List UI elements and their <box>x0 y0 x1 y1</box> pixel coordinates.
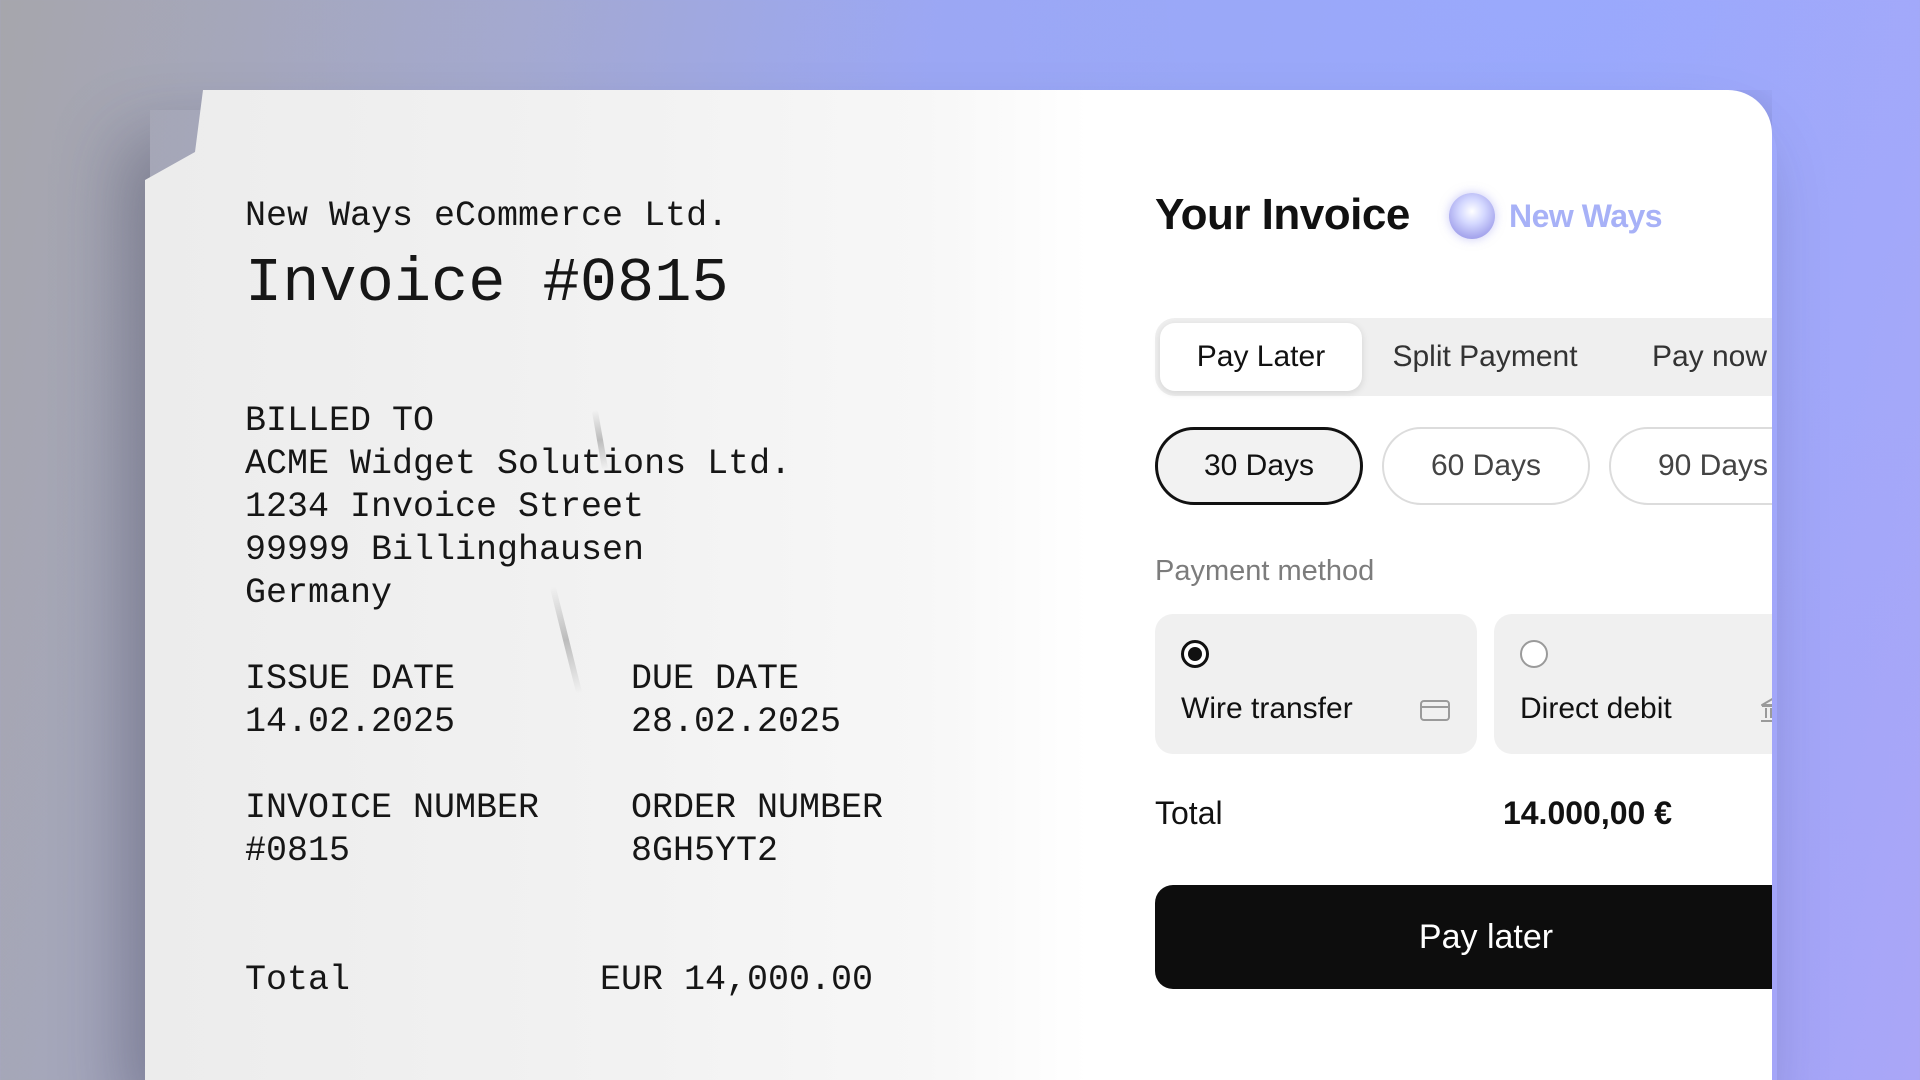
billed-to-block: BILLED TO ACME Widget Solutions Ltd. 123… <box>245 400 791 615</box>
term-label: 30 Days <box>1203 449 1315 482</box>
payment-type-tabs: Pay Later Split Payment Pay now <box>1155 318 1772 396</box>
billed-to-name: ACME Widget Solutions Ltd. <box>245 444 792 484</box>
invoice-number-label: INVOICE NUMBER <box>245 788 540 828</box>
gradient-orb-icon <box>1449 193 1495 239</box>
billed-to-label: BILLED TO <box>245 401 435 441</box>
receipt-total-label: Total <box>245 960 351 1000</box>
due-date-block: DUE DATE 28.02.2025 <box>631 658 841 744</box>
order-number-value: 8GH5YT2 <box>631 831 779 871</box>
issue-date-label: ISSUE DATE <box>245 659 456 699</box>
method-wire-transfer[interactable]: Wire transfer <box>1155 614 1477 754</box>
term-label: 60 Days <box>1430 449 1542 482</box>
billed-to-country: Germany <box>245 573 393 613</box>
invoice-number-value: #0815 <box>245 831 351 871</box>
pay-later-button-label: Pay later <box>1418 917 1554 956</box>
order-number-label: ORDER NUMBER <box>631 788 884 828</box>
order-number-block: ORDER NUMBER 8GH5YT2 <box>631 787 883 873</box>
method-direct-debit[interactable]: Direct debit <box>1494 614 1772 754</box>
tab-label: Pay Later <box>1196 340 1326 373</box>
tab-pay-now[interactable]: Pay now <box>1607 323 1772 391</box>
pay-later-button[interactable]: Pay later <box>1155 885 1772 989</box>
radio-unselected[interactable] <box>1520 640 1548 668</box>
brand: New Ways <box>1449 193 1663 239</box>
company-name: New Ways eCommerce Ltd. <box>245 196 729 236</box>
tab-label: Split Payment <box>1392 340 1578 373</box>
total-value: 14.000,00 € <box>1502 795 1672 831</box>
due-date-label: DUE DATE <box>631 659 800 699</box>
due-date-value: 28.02.2025 <box>631 702 842 742</box>
payment-method-label: Payment method <box>1155 555 1375 587</box>
total-label: Total <box>1155 795 1223 831</box>
term-label: 90 Days <box>1657 449 1769 482</box>
receipt-total-row: Total EUR 14,000.00 <box>245 960 873 1000</box>
term-60-days[interactable]: 60 Days <box>1382 427 1590 505</box>
paper-invoice: New Ways eCommerce Ltd. Invoice #0815 BI… <box>145 90 1085 1080</box>
billed-to-street: 1234 Invoice Street <box>245 487 645 527</box>
invoice-title: Invoice #0815 <box>245 248 729 319</box>
credit-card-icon <box>1420 700 1450 721</box>
tab-pay-later[interactable]: Pay Later <box>1160 323 1362 391</box>
method-label: Wire transfer <box>1181 692 1353 725</box>
issue-date-value: 14.02.2025 <box>245 702 456 742</box>
tab-split-payment[interactable]: Split Payment <box>1369 323 1601 391</box>
tab-label: Pay now <box>1651 340 1768 373</box>
brand-name: New Ways <box>1509 197 1663 234</box>
radio-selected[interactable] <box>1181 640 1209 668</box>
term-90-days[interactable]: 90 Days <box>1609 427 1772 505</box>
receipt-total-value: EUR 14,000.00 <box>600 960 874 1000</box>
billed-to-city: 99999 Billinghausen <box>245 530 645 570</box>
panel-title: Your Invoice <box>1155 190 1410 239</box>
issue-date-block: ISSUE DATE 14.02.2025 <box>245 658 455 744</box>
invoice-number-block: INVOICE NUMBER #0815 <box>245 787 539 873</box>
method-label: Direct debit <box>1520 692 1672 725</box>
term-30-days[interactable]: 30 Days <box>1155 427 1363 505</box>
